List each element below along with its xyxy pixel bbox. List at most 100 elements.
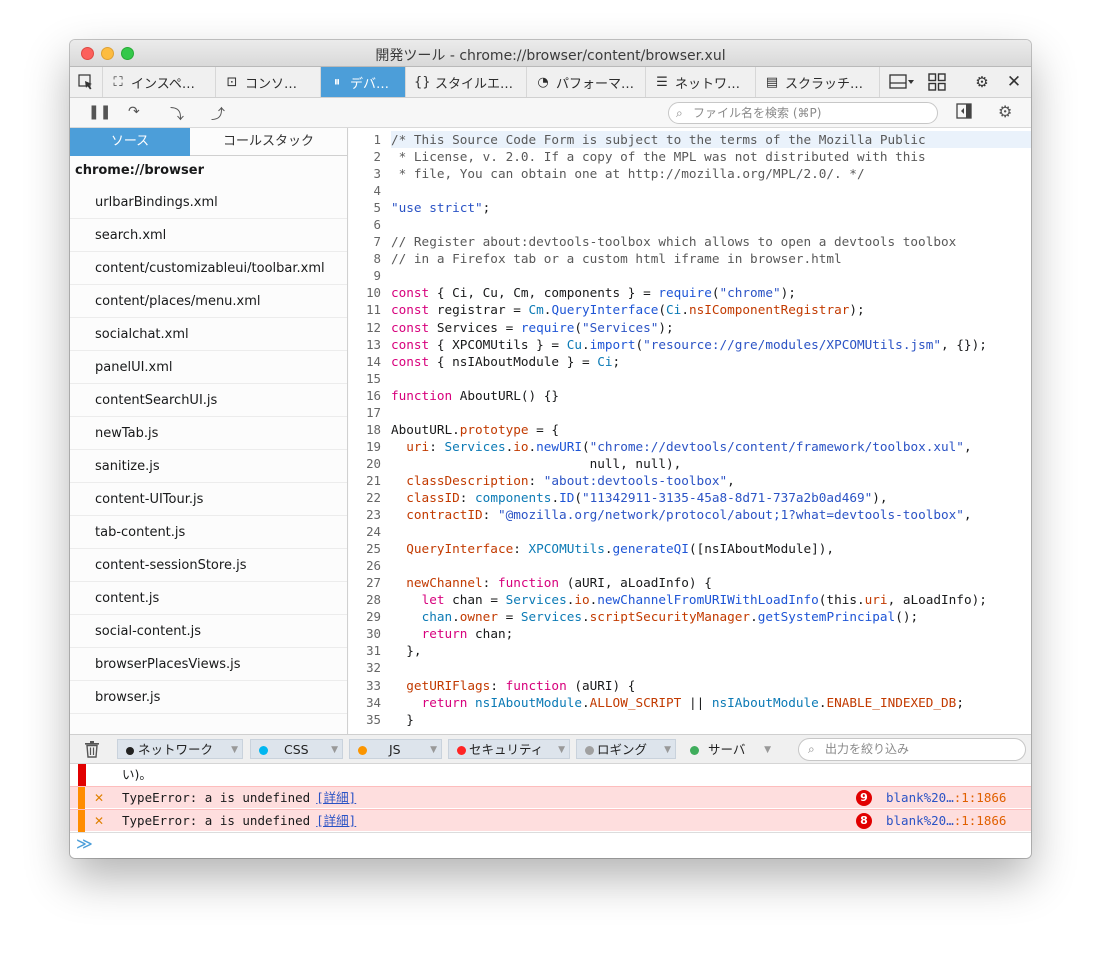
source-file-item[interactable]: browserPlacesViews.js [70,648,347,681]
line-number[interactable]: 25 [349,540,381,557]
line-number[interactable]: 34 [349,694,381,711]
source-file-item[interactable]: search.xml [70,219,347,252]
tab-call-stack[interactable]: コールスタック [190,128,347,156]
line-number[interactable]: 22 [349,489,381,506]
line-number[interactable]: 16 [349,387,381,404]
dock-menu-button[interactable] [888,72,916,92]
source-file-item[interactable]: social-content.js [70,615,347,648]
split-console-button[interactable] [926,72,948,92]
code-line: * file, You can obtain one at http://moz… [391,166,865,182]
line-number[interactable]: 33 [349,677,381,694]
source-file-item[interactable]: contentSearchUI.js [70,384,347,417]
line-number[interactable]: 9 [349,267,381,284]
source-file-item[interactable]: content/places/menu.xml [70,285,347,318]
error-marker [78,764,86,786]
line-number[interactable]: 24 [349,523,381,540]
tab-scratchpad[interactable]: ▤ スクラッチ… [756,67,880,97]
step-in-button[interactable]: ⤵ [170,104,184,124]
line-number[interactable]: 7 [349,233,381,250]
message-location[interactable]: blank%20…:1:1866 [886,810,1006,832]
line-number[interactable]: 6 [349,216,381,233]
line-number[interactable]: 35 [349,711,381,728]
line-number[interactable]: 14 [349,353,381,370]
source-file-item[interactable]: urlbarBindings.xml [70,186,347,219]
line-number[interactable]: 13 [349,336,381,353]
line-number[interactable]: 1 [349,131,381,148]
source-group-name[interactable]: chrome://browser [75,163,204,178]
line-number[interactable]: 8 [349,250,381,267]
line-number[interactable]: 4 [349,182,381,199]
source-file-item[interactable]: browser.js [70,681,347,714]
toggle-panes-button[interactable] [956,103,972,123]
line-number[interactable]: 15 [349,370,381,387]
line-number[interactable]: 11 [349,301,381,318]
css-dot-icon [259,746,268,755]
line-number[interactable]: 10 [349,284,381,301]
console-input[interactable]: ≫ [70,832,1031,858]
debugger-options-button[interactable]: ⚙ [998,102,1012,121]
details-link[interactable]: [詳細] [316,813,356,828]
source-file-item[interactable]: panelUI.xml [70,351,347,384]
tab-console[interactable]: ⊡ コンソ… [216,67,321,97]
file-search-input[interactable]: ⌕ ファイル名を検索 (⌘P) [668,102,938,124]
line-number[interactable]: 5 [349,199,381,216]
source-file-item[interactable]: socialchat.xml [70,318,347,351]
pause-button[interactable]: ❚❚ [88,104,111,120]
line-number[interactable]: 23 [349,506,381,523]
line-number[interactable]: 17 [349,404,381,421]
toolbox-close-button[interactable]: ✕ [1004,72,1024,92]
line-number[interactable]: 30 [349,625,381,642]
tab-debugger[interactable]: ⏸ デバ… [321,67,406,97]
line-number[interactable]: 18 [349,421,381,438]
line-number[interactable]: 19 [349,438,381,455]
source-editor[interactable]: 1 2 3 4 5 6 7 8 9 10 11 12 13 14 15 16 17 18 19 20 21 22 23 24 2… [349,128,1031,734]
tab-performance[interactable]: ◔ パフォーマ… [527,67,646,97]
code-line: }, [391,643,422,659]
line-number[interactable]: 21 [349,472,381,489]
filter-css[interactable]: CSS ▼ [250,739,343,759]
line-number[interactable]: 2 [349,148,381,165]
line-number[interactable]: 26 [349,557,381,574]
filter-js[interactable]: JS ▼ [349,739,442,759]
filter-logging[interactable]: ロギング ▼ [576,739,676,759]
line-number[interactable]: 32 [349,659,381,676]
tab-network[interactable]: ☰ ネットワ… [646,67,756,97]
code-line: AboutURL.prototype = { [391,421,560,437]
console-filter-input[interactable]: ⌕ 出力を絞り込み [798,738,1026,761]
line-number[interactable]: 3 [349,165,381,182]
source-file-item[interactable]: tab-content.js [70,516,347,549]
step-out-button[interactable]: ⤴ [211,104,225,124]
line-number[interactable]: 31 [349,642,381,659]
line-number[interactable]: 28 [349,591,381,608]
filter-network[interactable]: ネットワーク ▼ [117,739,243,759]
element-picker-icon [78,74,92,90]
details-link[interactable]: [詳細] [316,790,356,805]
source-file-item[interactable]: content-sessionStore.js [70,549,347,582]
source-file-item[interactable]: content-UITour.js [70,483,347,516]
line-number[interactable]: 12 [349,319,381,336]
source-file-item[interactable]: sanitize.js [70,450,347,483]
dock-layout-icon [889,74,914,89]
step-over-button[interactable]: ↷ [128,104,140,120]
element-picker-button[interactable] [70,67,103,97]
source-file-item[interactable]: content.js [70,582,347,615]
source-file-item[interactable]: content/customizableui/toolbar.xml [70,252,347,285]
filter-server[interactable]: サーバ ▼ [681,739,776,759]
source-link[interactable]: blank%20… [886,813,954,828]
line-number[interactable]: 27 [349,574,381,591]
filter-security[interactable]: セキュリティ ▼ [448,739,570,759]
tab-sources[interactable]: ソース [70,128,190,156]
toolbox-settings-button[interactable]: ⚙ [972,72,992,92]
source-link[interactable]: blank%20… [886,790,954,805]
line-number[interactable]: 29 [349,608,381,625]
tab-inspector-label: インスペ… [131,76,195,92]
filter-network-label: ネットワーク [138,742,214,757]
tab-inspector[interactable]: ⛶ インスペ… [102,67,216,97]
tab-style-editor[interactable]: {} スタイルエ… [406,67,527,97]
tab-scratchpad-label: スクラッチ… [785,76,864,92]
source-file-item[interactable]: newTab.js [70,417,347,450]
clear-console-button[interactable] [84,740,100,762]
message-location[interactable]: blank%20…:1:1866 [886,787,1006,809]
line-number[interactable]: 20 [349,455,381,472]
filter-server-label: サーバ [708,742,746,757]
